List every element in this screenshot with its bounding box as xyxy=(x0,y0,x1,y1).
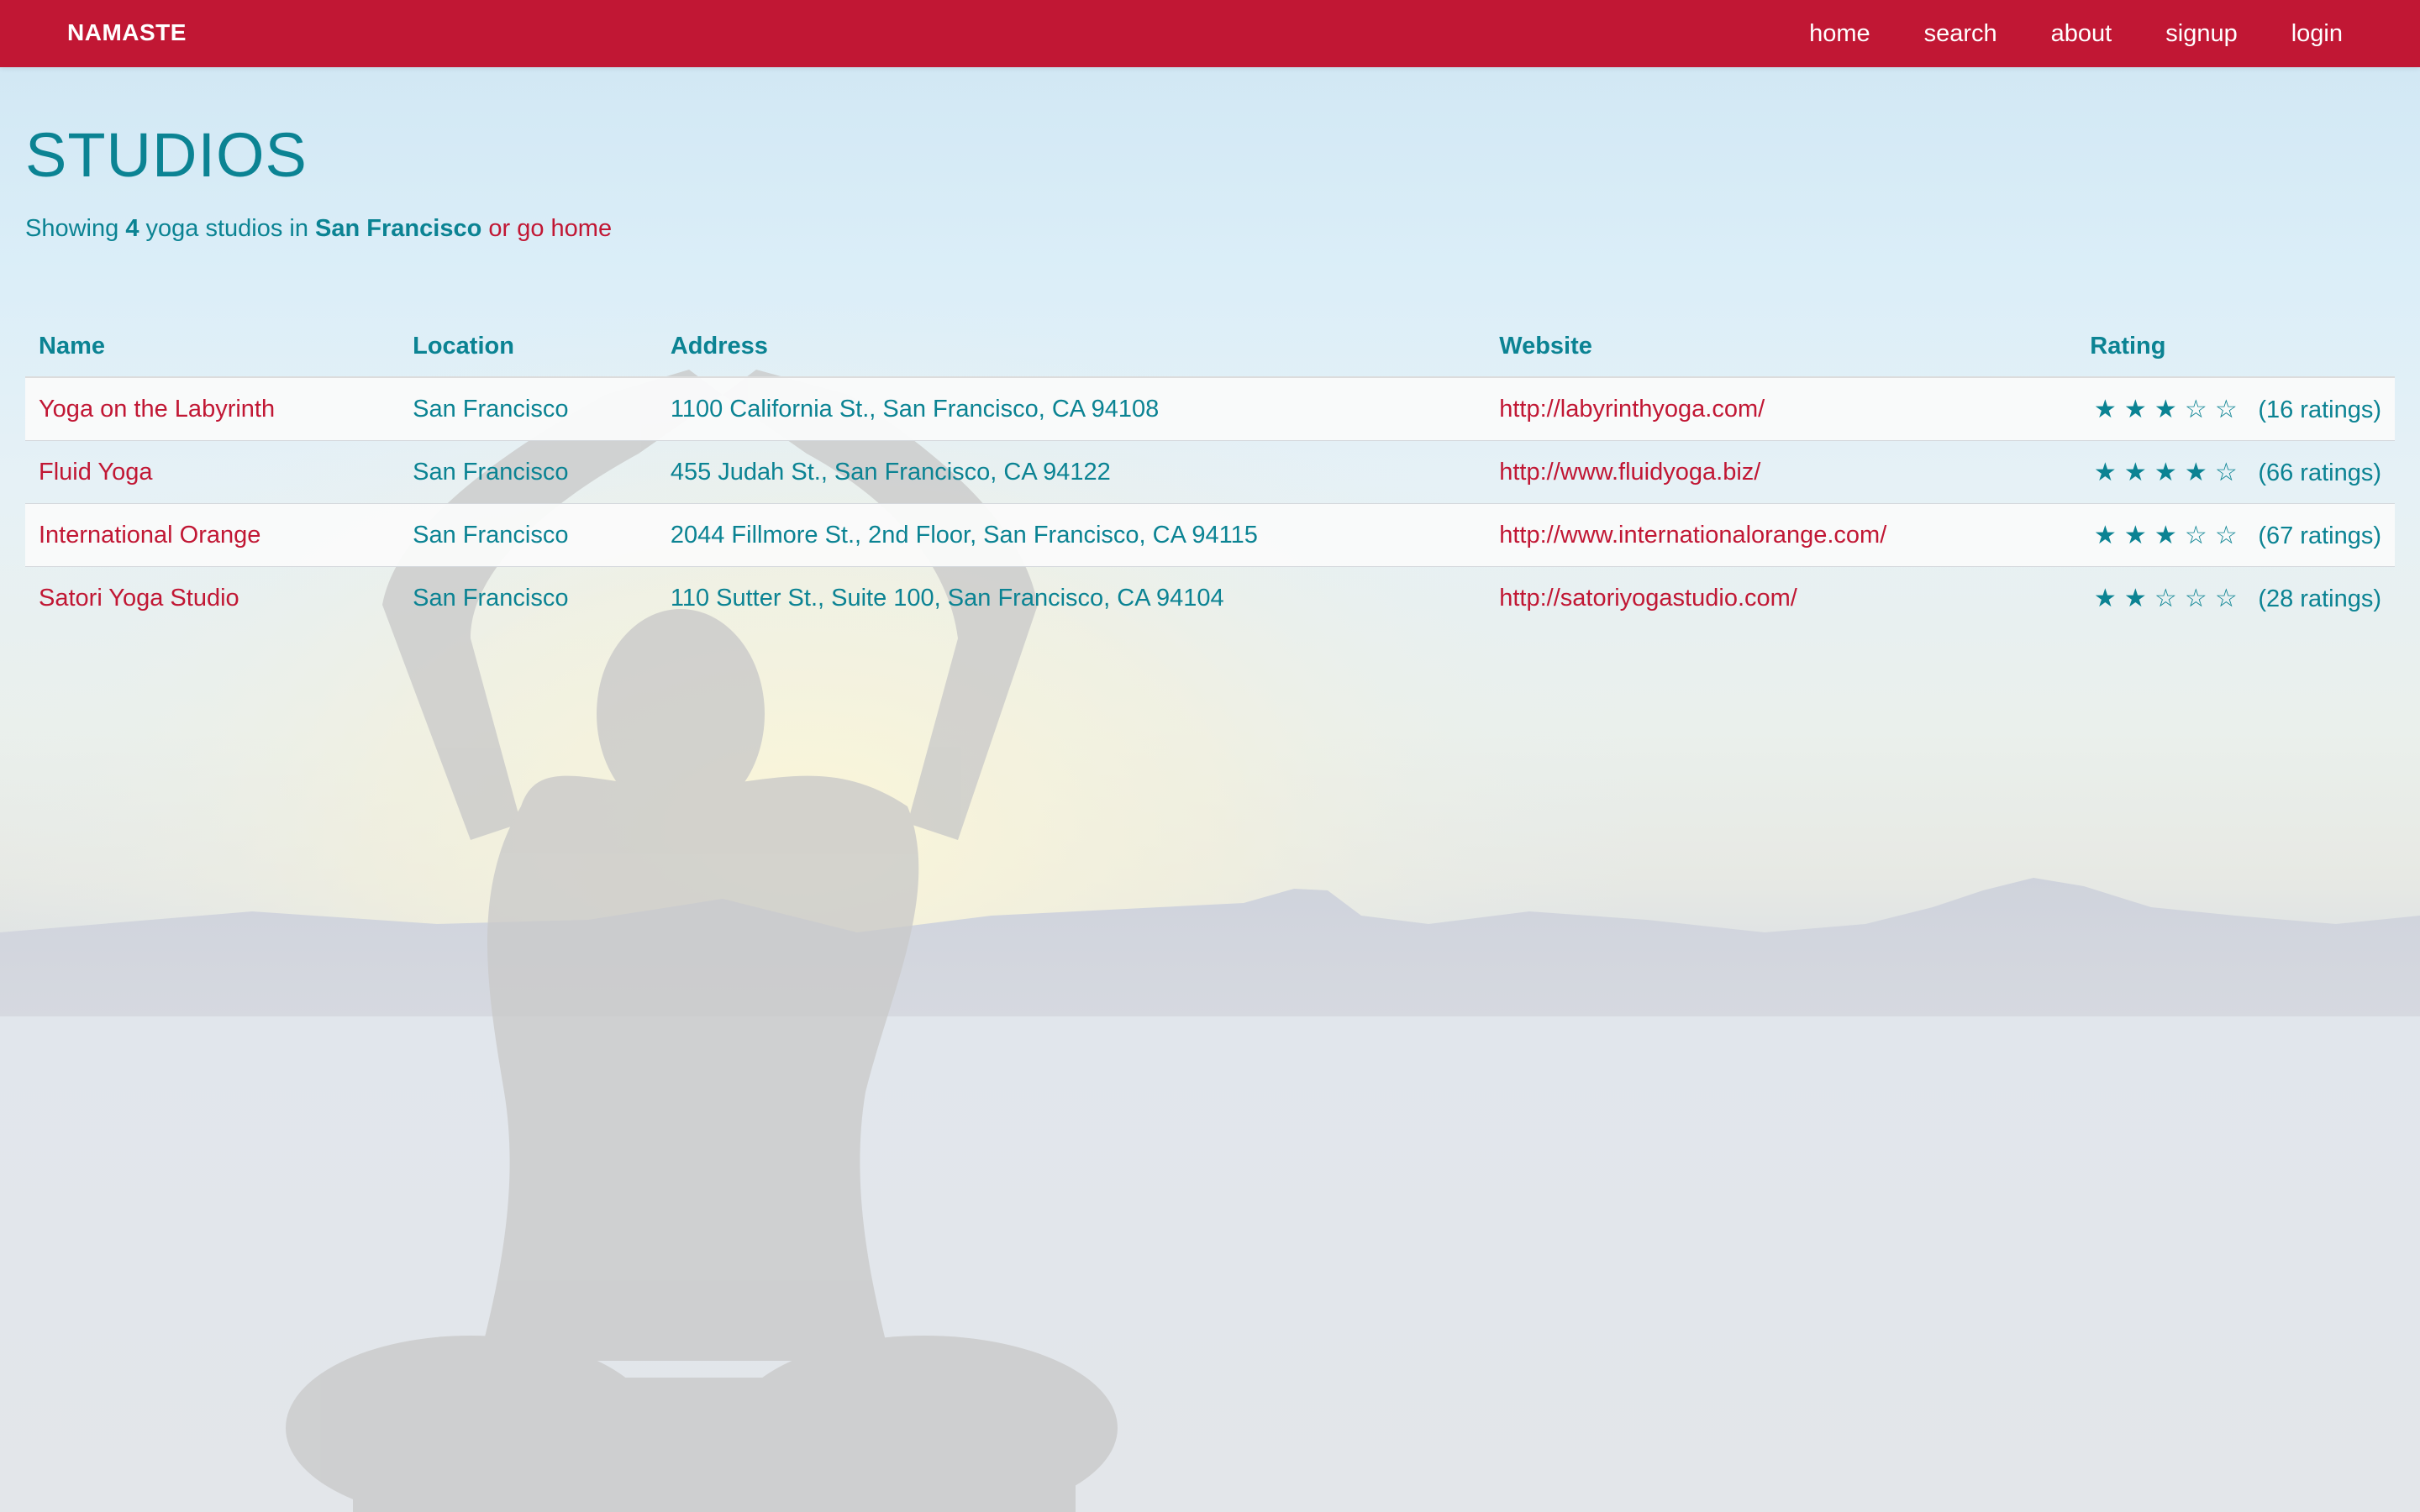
star-empty-icon: ☆ xyxy=(2214,583,2238,613)
studios-table: Name Location Address Website Rating Yog… xyxy=(25,328,2395,629)
ratings-count: (28 ratings) xyxy=(2258,585,2381,612)
star-filled-icon: ★ xyxy=(2123,394,2147,424)
table-row: International Orange San Francisco 2044 … xyxy=(25,503,2395,567)
star-empty-icon: ☆ xyxy=(2184,583,2207,613)
studio-name-cell: International Orange xyxy=(25,504,399,567)
summary-or: or xyxy=(488,215,511,242)
table-body: Yoga on the Labyrinth San Francisco 1100… xyxy=(25,377,2395,629)
top-navbar: NAMASTE home search about signup login xyxy=(0,0,2420,67)
studio-location-cell: San Francisco xyxy=(413,458,569,486)
nav-home-link[interactable]: home xyxy=(1782,1,1897,66)
table-header-row: Name Location Address Website Rating xyxy=(25,328,2395,378)
summary-prefix: Showing xyxy=(25,215,119,242)
table-row: Yoga on the Labyrinth San Francisco 1100… xyxy=(25,377,2395,441)
studio-location-cell: San Francisco xyxy=(413,584,569,612)
nav-search-link[interactable]: search xyxy=(1897,1,2024,66)
page-title: STUDIOS xyxy=(25,120,308,190)
ratings-count: (66 ratings) xyxy=(2258,459,2381,486)
star-filled-icon: ★ xyxy=(2093,583,2117,613)
star-empty-icon: ☆ xyxy=(2214,394,2238,424)
nav-links: home search about signup login xyxy=(1782,0,2370,67)
studio-location-cell: San Francisco xyxy=(413,395,569,423)
ratings-count: (67 ratings) xyxy=(2258,522,2381,549)
studio-address-cell: 2044 Fillmore St., 2nd Floor, San Franci… xyxy=(670,521,1258,549)
star-filled-icon: ★ xyxy=(2123,583,2147,613)
studio-name-link[interactable]: Fluid Yoga xyxy=(39,459,152,486)
go-home-link[interactable]: go home xyxy=(517,215,612,242)
studio-rating-cell: ★ ★ ☆ ☆ ☆ (28 ratings) xyxy=(2076,567,2395,630)
studio-address-cell: 110 Sutter St., Suite 100, San Francisco… xyxy=(670,584,1224,612)
studio-name-link[interactable]: International Orange xyxy=(39,522,260,549)
summary-mid: yoga studios in xyxy=(145,215,308,242)
star-filled-icon: ★ xyxy=(2154,520,2177,550)
header-location: Location xyxy=(399,328,657,378)
header-rating: Rating xyxy=(2076,328,2395,378)
studio-name-cell: Satori Yoga Studio xyxy=(25,567,399,630)
star-rating: ★ ★ ★ ☆ ☆ xyxy=(2090,395,2241,424)
nav-login-link[interactable]: login xyxy=(2265,1,2370,66)
star-filled-icon: ★ xyxy=(2123,457,2147,487)
results-summary: Showing 4 yoga studios in San Francisco … xyxy=(25,215,612,243)
studio-rating-cell: ★ ★ ★ ★ ☆ (66 ratings) xyxy=(2076,441,2395,504)
summary-count: 4 xyxy=(125,215,139,242)
studio-rating-cell: ★ ★ ★ ☆ ☆ (16 ratings) xyxy=(2076,377,2395,441)
studio-website-link[interactable]: http://labyrinthyoga.com/ xyxy=(1499,396,1765,423)
star-empty-icon: ☆ xyxy=(2154,583,2177,613)
star-empty-icon: ☆ xyxy=(2184,394,2207,424)
studio-name-cell: Yoga on the Labyrinth xyxy=(25,377,399,441)
studio-website-link[interactable]: http://satoriyogastudio.com/ xyxy=(1499,585,1797,612)
star-filled-icon: ★ xyxy=(2093,394,2117,424)
studio-rating-cell: ★ ★ ★ ☆ ☆ (67 ratings) xyxy=(2076,504,2395,567)
studio-name-link[interactable]: Yoga on the Labyrinth xyxy=(39,396,275,423)
studio-website-cell: http://www.internationalorange.com/ xyxy=(1486,504,2076,567)
star-filled-icon: ★ xyxy=(2184,457,2207,487)
summary-city: San Francisco xyxy=(315,215,482,242)
table-row: Satori Yoga Studio San Francisco 110 Sut… xyxy=(25,566,2395,630)
studio-address-cell: 1100 California St., San Francisco, CA 9… xyxy=(670,395,1160,423)
header-website: Website xyxy=(1486,328,2077,378)
studio-name-cell: Fluid Yoga xyxy=(25,441,399,504)
star-rating: ★ ★ ☆ ☆ ☆ xyxy=(2090,584,2241,613)
header-address: Address xyxy=(656,328,1486,378)
studio-website-cell: http://www.fluidyoga.biz/ xyxy=(1486,441,2076,504)
star-filled-icon: ★ xyxy=(2154,457,2177,487)
star-filled-icon: ★ xyxy=(2123,520,2147,550)
star-filled-icon: ★ xyxy=(2154,394,2177,424)
star-empty-icon: ☆ xyxy=(2184,520,2207,550)
star-filled-icon: ★ xyxy=(2093,457,2117,487)
nav-signup-link[interactable]: signup xyxy=(2139,1,2264,66)
studio-website-cell: http://satoriyogastudio.com/ xyxy=(1486,567,2076,630)
studio-website-link[interactable]: http://www.internationalorange.com/ xyxy=(1499,522,1886,549)
header-name: Name xyxy=(25,328,400,378)
studio-website-cell: http://labyrinthyoga.com/ xyxy=(1486,377,2076,441)
star-empty-icon: ☆ xyxy=(2214,457,2238,487)
star-rating: ★ ★ ★ ☆ ☆ xyxy=(2090,521,2241,550)
star-filled-icon: ★ xyxy=(2093,520,2117,550)
brand-logo-link[interactable]: NAMASTE xyxy=(67,0,187,67)
nav-about-link[interactable]: about xyxy=(2024,1,2139,66)
studio-address-cell: 455 Judah St., San Francisco, CA 94122 xyxy=(670,458,1111,486)
studio-location-cell: San Francisco xyxy=(413,521,569,549)
table-header: Name Location Address Website Rating xyxy=(25,328,2395,378)
ratings-count: (16 ratings) xyxy=(2258,396,2381,423)
studio-website-link[interactable]: http://www.fluidyoga.biz/ xyxy=(1499,459,1760,486)
studio-name-link[interactable]: Satori Yoga Studio xyxy=(39,585,239,612)
star-empty-icon: ☆ xyxy=(2214,520,2238,550)
star-rating: ★ ★ ★ ★ ☆ xyxy=(2090,458,2241,487)
table-row: Fluid Yoga San Francisco 455 Judah St., … xyxy=(25,440,2395,504)
